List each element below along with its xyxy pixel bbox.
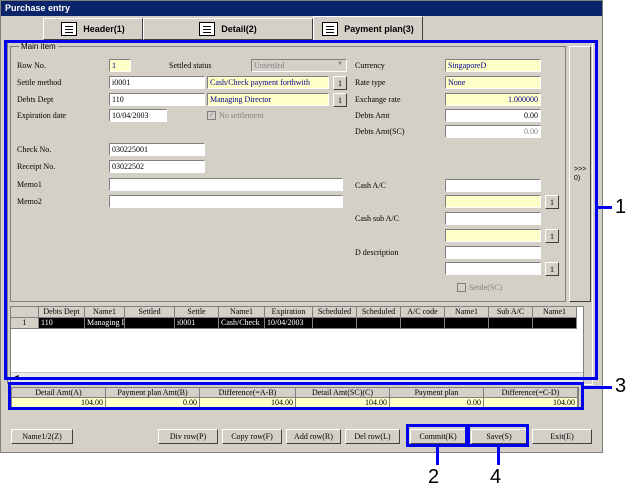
copy-row-button[interactable]: Copy row(F) <box>222 429 282 444</box>
window-title: Purchase entry <box>1 1 602 16</box>
exit-button[interactable]: Exit(E) <box>532 429 592 444</box>
tab-detail-label: Detail(2) <box>221 24 257 34</box>
callout-line-1 <box>598 206 612 209</box>
callout-line-2 <box>436 447 439 465</box>
tab-payment-plan[interactable]: Payment plan(3) <box>313 16 423 41</box>
div-row-button[interactable]: Div row(P) <box>158 429 218 444</box>
callout-number-1: 1 <box>615 196 627 218</box>
tab-header[interactable]: Header(1) <box>43 18 143 40</box>
book-icon <box>61 22 78 36</box>
monitor-icon <box>322 22 339 36</box>
callout-line-4 <box>497 447 500 465</box>
del-row-button[interactable]: Del row(L) <box>345 429 400 444</box>
document-icon <box>199 22 216 36</box>
tab-detail[interactable]: Detail(2) <box>143 18 313 40</box>
callout-number-4: 4 <box>490 466 502 488</box>
tab-bar: Header(1) Detail(2) Payment plan(3) <box>3 16 600 41</box>
tab-payment-plan-label: Payment plan(3) <box>344 24 414 34</box>
callout-box-3 <box>8 382 584 410</box>
callout-box-1 <box>4 40 598 380</box>
callout-box-2 <box>406 424 468 447</box>
tab-header-label: Header(1) <box>83 24 125 34</box>
callout-number-2: 2 <box>428 466 440 488</box>
name12-button[interactable]: Name1/2(Z) <box>11 429 73 444</box>
callout-number-3: 3 <box>615 375 627 397</box>
add-row-button[interactable]: Add row(R) <box>286 429 341 444</box>
callout-box-4 <box>467 424 529 447</box>
callout-line-3 <box>584 386 612 389</box>
